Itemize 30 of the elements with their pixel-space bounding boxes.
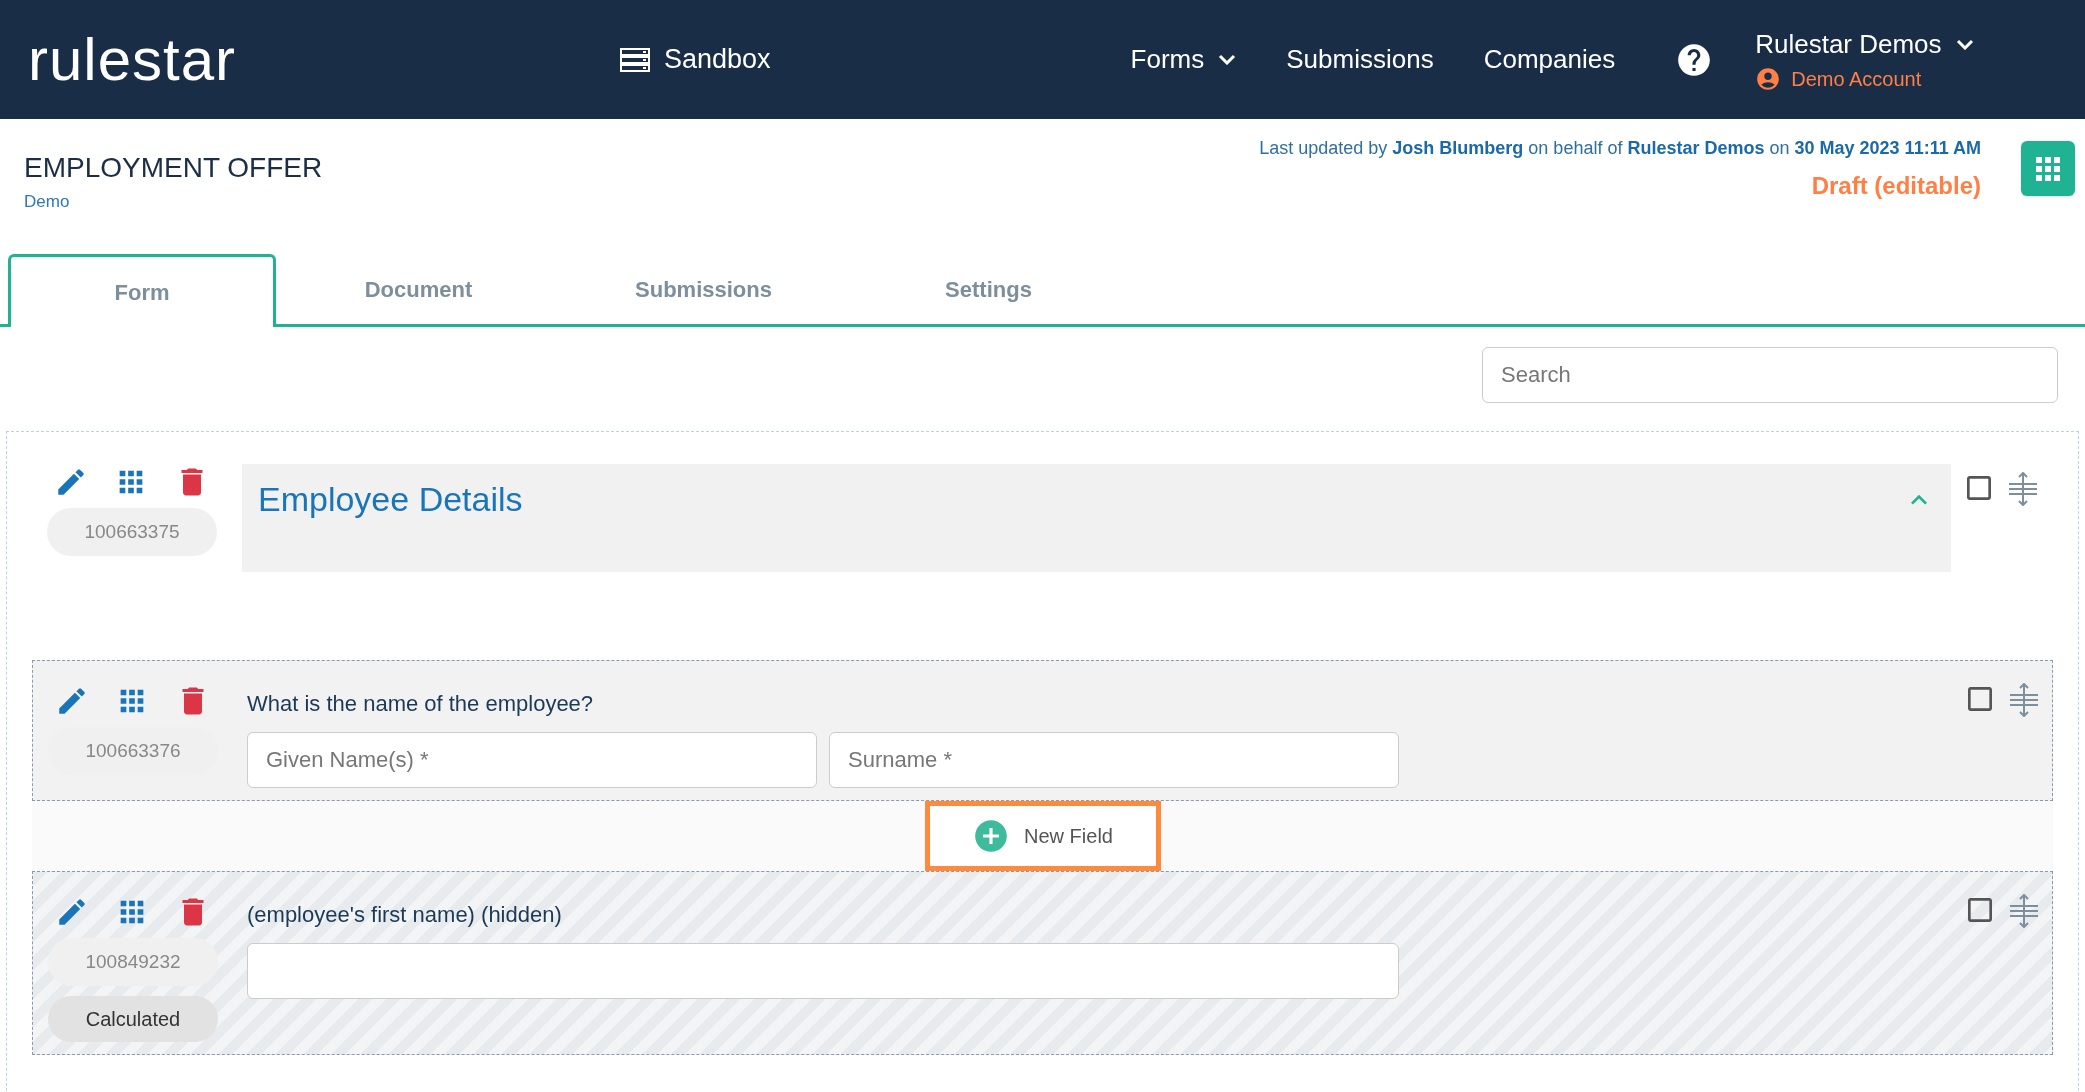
document-subtitle: Demo — [24, 191, 71, 213]
field-question: (employee's first name) (hidden) — [247, 901, 563, 929]
chevron-down-icon — [1955, 39, 1974, 50]
id-badge: 100663375 — [47, 508, 217, 556]
text-field[interactable]: Surname * — [829, 732, 1399, 788]
drag-handle-icon[interactable] — [2008, 894, 2040, 928]
user-menu[interactable]: Rulestar Demos — [1755, 25, 1974, 64]
logo[interactable]: rulestar — [28, 14, 620, 105]
section-title: Employee Details — [258, 479, 523, 520]
drag-handle-icon[interactable] — [2007, 472, 2039, 506]
new-field-button[interactable]: New Field — [924, 801, 1161, 871]
text-field[interactable]: Given Name(s) * — [247, 732, 817, 788]
chevron-down-icon — [1218, 54, 1237, 65]
drag-handle-icon[interactable] — [2008, 683, 2040, 717]
environment-label: Sandbox — [664, 43, 771, 77]
account-label: Demo Account — [1791, 67, 1922, 92]
nav-link[interactable]: Forms — [1130, 40, 1237, 79]
id-badge: 100849232 — [48, 938, 218, 986]
nav-link[interactable]: Companies — [1483, 40, 1616, 79]
text-field[interactable] — [247, 943, 1399, 999]
apps-button[interactable] — [2021, 141, 2075, 196]
search-field[interactable]: Search — [1482, 347, 2058, 403]
document-title: EMPLOYMENT OFFER — [24, 151, 323, 185]
field-question: What is the name of the employee? — [247, 690, 595, 718]
account-icon — [1755, 66, 1782, 92]
status-label: Draft (editable) — [1811, 171, 1981, 201]
last-updated-text: Last updated by Josh Blumberg on behalf of Rulestar Demos on 30 May 2023 11:11 AM — [1259, 137, 1981, 160]
calculated-badge: Calculated — [48, 996, 218, 1042]
server-icon — [620, 47, 650, 72]
nav-link[interactable]: Submissions — [1286, 40, 1434, 79]
